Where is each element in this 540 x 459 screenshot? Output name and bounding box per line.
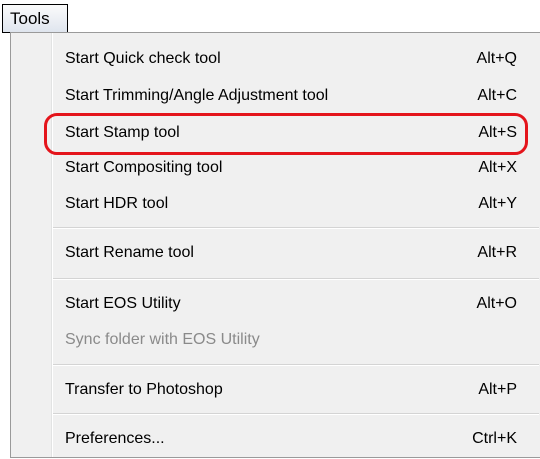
menu-item-label: Start Stamp tool	[65, 124, 180, 141]
menu-item-start-eos-utility[interactable]: Start EOS Utility Alt+O	[65, 288, 535, 320]
menu-item-preferences[interactable]: Preferences... Ctrl+K	[65, 423, 535, 455]
menu-item-start-stamp-tool[interactable]: Start Stamp tool Alt+S	[65, 117, 535, 149]
menu-item-label: Transfer to Photoshop	[65, 381, 223, 398]
menu-item-shortcut: Alt+Q	[476, 50, 517, 67]
menu-item-shortcut: Alt+X	[478, 159, 517, 176]
tools-menu-label: Tools	[10, 9, 50, 28]
menu-item-label: Start Compositing tool	[65, 159, 223, 176]
menu-item-label: Start Rename tool	[65, 244, 194, 261]
menu-item-label: Start EOS Utility	[65, 295, 181, 312]
tools-dropdown-menu: Start Quick check tool Alt+Q Start Trimm…	[10, 32, 540, 458]
menu-item-shortcut: Alt+P	[478, 381, 517, 398]
menu-item-shortcut: Alt+Y	[478, 195, 517, 212]
menu-item-label: Start HDR tool	[65, 195, 169, 212]
menu-separator	[53, 227, 539, 229]
screenshot: Tools Start Quick check tool Alt+Q Start…	[0, 0, 540, 459]
menu-item-shortcut: Alt+S	[478, 124, 517, 141]
tools-menu[interactable]: Tools	[2, 4, 68, 33]
menu-item-transfer-to-photoshop[interactable]: Transfer to Photoshop Alt+P	[65, 374, 535, 406]
menu-item-label: Start Quick check tool	[65, 50, 221, 67]
menu-item-shortcut: Alt+O	[476, 295, 517, 312]
menu-item-start-quick-check-tool[interactable]: Start Quick check tool Alt+Q	[65, 43, 535, 75]
menu-item-label: Sync folder with EOS Utility	[65, 331, 260, 348]
menu-item-label: Start Trimming/Angle Adjustment tool	[65, 87, 329, 104]
menu-separator	[53, 364, 539, 366]
menu-item-shortcut: Ctrl+K	[472, 430, 517, 447]
menu-item-label: Preferences...	[65, 430, 165, 447]
menu-separator	[53, 413, 539, 415]
menu-separator	[53, 278, 539, 280]
icon-gutter-divider	[51, 33, 53, 457]
menu-item-sync-folder-with-eos-utility: Sync folder with EOS Utility	[65, 324, 535, 356]
menu-item-start-compositing-tool[interactable]: Start Compositing tool Alt+X	[65, 152, 535, 184]
menu-item-start-trimming-angle-adjustment-tool[interactable]: Start Trimming/Angle Adjustment tool Alt…	[65, 80, 535, 112]
menu-item-start-hdr-tool[interactable]: Start HDR tool Alt+Y	[65, 188, 535, 220]
menu-item-shortcut: Alt+C	[477, 87, 517, 104]
menu-item-start-rename-tool[interactable]: Start Rename tool Alt+R	[65, 237, 535, 269]
menu-item-shortcut: Alt+R	[477, 244, 517, 261]
